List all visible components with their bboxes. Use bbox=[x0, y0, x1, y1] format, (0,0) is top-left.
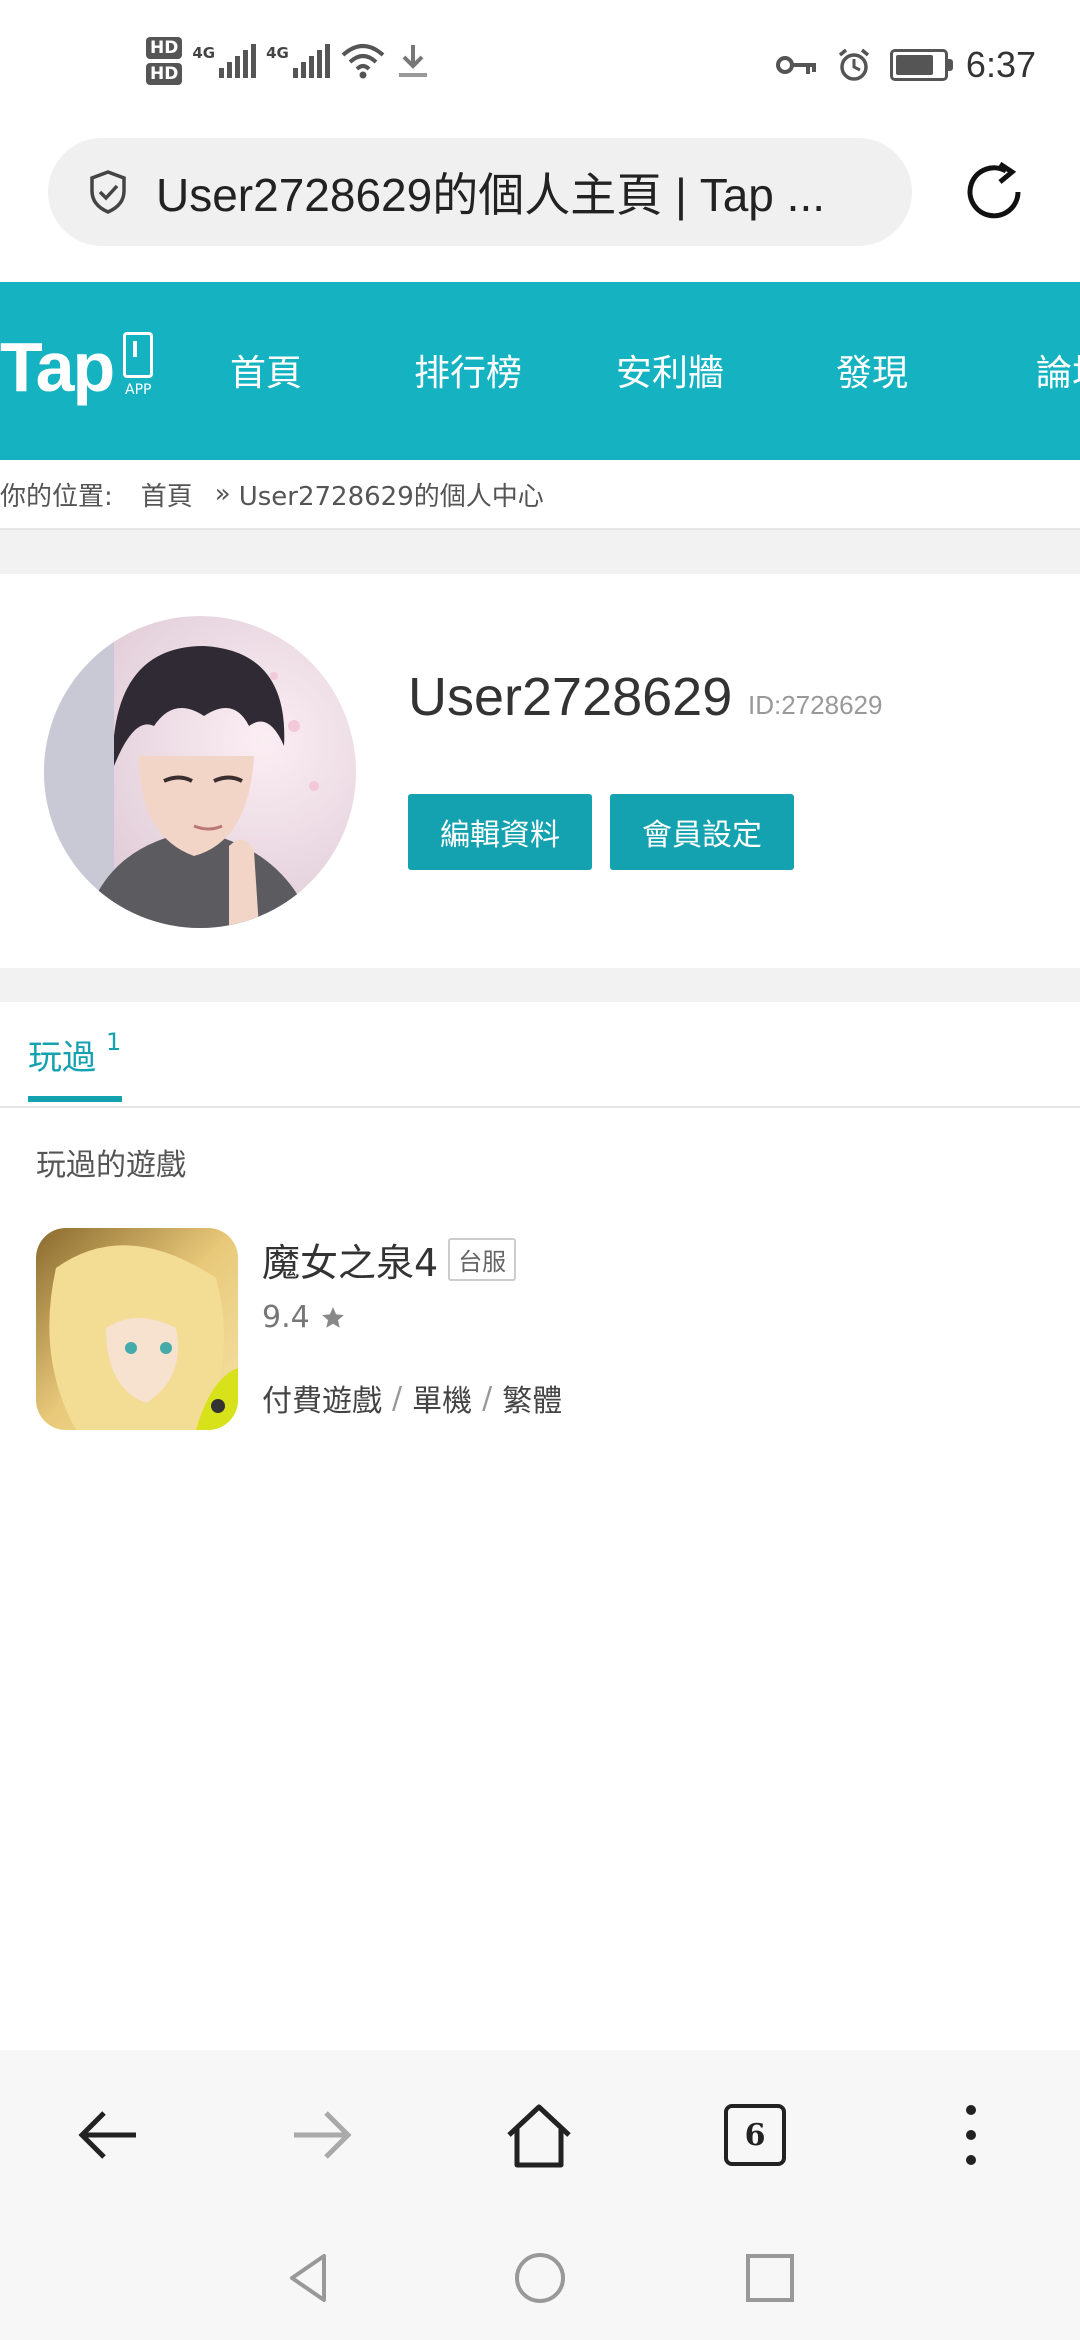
more-vertical-icon bbox=[966, 2105, 976, 2165]
tabs-button[interactable]: 6 bbox=[710, 2090, 800, 2180]
tag-paid: 付費遊戲 bbox=[262, 1384, 382, 1419]
edit-profile-button[interactable]: 編輯資料 bbox=[408, 794, 592, 870]
address-bar[interactable]: User2728629的個人主頁 | Tap ... bbox=[48, 138, 912, 246]
list-item[interactable]: 魔女之泉4 台服 9.4 付費遊戲 / 單機 / 繁體 bbox=[36, 1228, 1036, 1432]
region-badge: 台服 bbox=[448, 1238, 517, 1281]
active-tab-indicator bbox=[28, 1096, 122, 1102]
rating-value: 9.4 bbox=[262, 1300, 310, 1335]
alarm-icon bbox=[838, 48, 870, 81]
home-icon bbox=[507, 2104, 571, 2168]
status-right-icons: 6:37 bbox=[775, 40, 1036, 90]
game-icon[interactable] bbox=[36, 1228, 238, 1430]
game-name[interactable]: 魔女之泉4 bbox=[262, 1232, 438, 1287]
arrow-right-icon bbox=[294, 2111, 352, 2159]
app-download-icon[interactable]: APP bbox=[123, 332, 154, 398]
section-title: 玩過的遊戲 bbox=[36, 1148, 186, 1183]
section-divider bbox=[0, 530, 1080, 574]
nav-item-home[interactable]: 首頁 bbox=[230, 344, 302, 396]
game-tags: 付費遊戲 / 單機 / 繁體 bbox=[262, 1376, 562, 1420]
site-nav-bar: Tap APP 首頁 排行榜 安利牆 發現 論壇 bbox=[0, 282, 1080, 460]
status-bar: HD HD 4G 4G 6:37 bbox=[0, 0, 1080, 132]
shield-icon[interactable] bbox=[88, 169, 128, 215]
nav-item-recommend-wall[interactable]: 安利牆 bbox=[616, 344, 724, 396]
signal-1-icon: 4G bbox=[192, 44, 257, 78]
nav-item-ranking[interactable]: 排行榜 bbox=[414, 344, 522, 396]
tag-single-player: 單機 bbox=[412, 1384, 473, 1419]
page-title-url[interactable]: User2728629的個人主頁 | Tap ... bbox=[156, 159, 876, 225]
forward-button[interactable] bbox=[278, 2090, 368, 2180]
reload-icon[interactable] bbox=[958, 156, 1030, 228]
network-type-2: 4G bbox=[266, 44, 289, 62]
back-button[interactable] bbox=[62, 2090, 152, 2180]
clock: 6:37 bbox=[965, 44, 1036, 85]
breadcrumb-current: User2728629的個人中心 bbox=[238, 481, 544, 512]
tag-separator: / bbox=[482, 1380, 493, 1416]
star-icon bbox=[321, 1306, 344, 1328]
breadcrumb-prefix: 你的位置: bbox=[0, 481, 113, 512]
system-home-icon[interactable] bbox=[510, 2248, 570, 2308]
tab-count: 6 bbox=[724, 2104, 786, 2166]
avatar[interactable] bbox=[44, 616, 356, 928]
system-nav-bar bbox=[0, 2216, 1080, 2340]
tag-separator: / bbox=[392, 1380, 403, 1416]
nav-item-discover[interactable]: 發現 bbox=[836, 344, 908, 396]
arrow-left-icon bbox=[78, 2111, 136, 2159]
section-divider-2 bbox=[0, 968, 1080, 1002]
key-icon bbox=[775, 56, 816, 74]
game-rating: 9.4 bbox=[262, 1300, 346, 1335]
system-recents-icon[interactable] bbox=[740, 2248, 800, 2308]
tag-traditional-chinese: 繁體 bbox=[502, 1384, 563, 1419]
breadcrumb: 你的位置: 首頁 » User2728629的個人中心 bbox=[0, 460, 1080, 530]
tap-logo[interactable]: Tap APP bbox=[0, 328, 154, 406]
battery-icon bbox=[889, 49, 953, 81]
user-id: ID:2728629 bbox=[748, 690, 883, 720]
logo-app-label: APP bbox=[125, 382, 152, 398]
home-button[interactable] bbox=[494, 2090, 584, 2180]
menu-button[interactable] bbox=[926, 2090, 1016, 2180]
breadcrumb-home-link[interactable]: 首頁 bbox=[141, 476, 193, 513]
signal-2-icon: 4G bbox=[266, 44, 330, 78]
status-left-icons: HD HD 4G 4G bbox=[146, 34, 430, 88]
hd-badge-1: HD bbox=[146, 37, 183, 59]
hd-badge-2: HD bbox=[146, 63, 183, 85]
browser-toolbar: 6 bbox=[0, 2050, 1080, 2216]
profile-tabs: 玩過 1 bbox=[0, 1002, 1080, 1108]
profile-card: User2728629 ID:2728629 編輯資料 會員設定 bbox=[0, 574, 1080, 968]
network-type-1: 4G bbox=[192, 44, 216, 62]
username: User2728629 bbox=[408, 667, 733, 727]
tab-played-count: 1 bbox=[106, 1028, 122, 1056]
logo-text: Tap bbox=[0, 328, 115, 406]
tab-played[interactable]: 玩過 1 bbox=[28, 1028, 122, 1079]
download-icon bbox=[398, 45, 427, 77]
member-settings-button[interactable]: 會員設定 bbox=[610, 794, 794, 870]
game-title[interactable]: 魔女之泉4 台服 bbox=[262, 1232, 517, 1287]
wifi-icon bbox=[341, 44, 385, 79]
breadcrumb-separator: » bbox=[214, 479, 231, 509]
hd-indicators: HD HD bbox=[146, 37, 183, 85]
nav-item-forum[interactable]: 論壇 bbox=[1036, 344, 1080, 396]
tab-played-label: 玩過 bbox=[28, 1038, 96, 1078]
system-back-icon[interactable] bbox=[278, 2248, 338, 2308]
